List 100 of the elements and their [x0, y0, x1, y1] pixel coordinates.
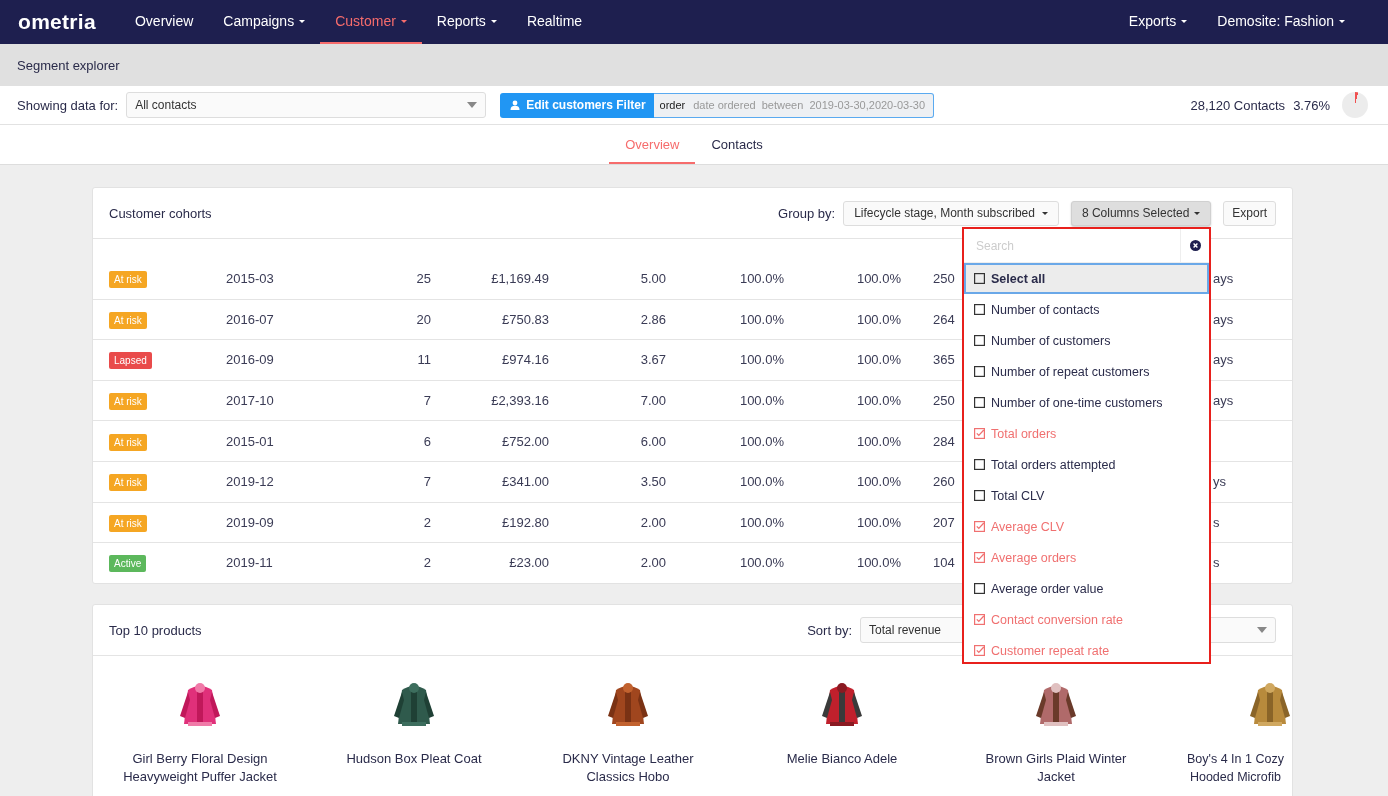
table-cell: 5.00 [640, 271, 666, 287]
stage-badge: At risk [109, 393, 147, 411]
table-cell: £23.00 [509, 555, 549, 571]
caret-icon [1041, 211, 1048, 215]
table-cell: 100.0% [856, 514, 901, 530]
table-cell: 100.0% [856, 352, 901, 368]
stage-badge: At risk [109, 311, 147, 329]
table-cell: 7.00 [640, 393, 666, 409]
table-cell: 2015-01 [226, 433, 274, 449]
table-cell: 100.0% [739, 555, 784, 571]
card-title: Top 10 products [109, 622, 202, 638]
table-cell: 2 [423, 555, 431, 571]
segment-select[interactable]: All contacts [126, 92, 487, 118]
table-cell: 100.0% [856, 474, 901, 490]
card-title: Customer cohorts [109, 205, 212, 221]
checkbox-icon[interactable] [974, 273, 985, 284]
table-cell: 25 [416, 271, 431, 287]
table-cell: ays [1213, 311, 1234, 327]
table-cell: 100.0% [739, 514, 784, 530]
table-cell: £750.83 [502, 311, 549, 327]
table-cell: 250 [933, 271, 955, 287]
caret-icon [1194, 212, 1201, 216]
product-name[interactable]: Brown Girls Plaid Winter Jacket [985, 750, 1127, 786]
checkbox-icon[interactable] [974, 304, 985, 315]
table-cell: £341.00 [502, 474, 549, 490]
table-cell: 7 [423, 474, 431, 490]
columns-button[interactable]: 8 Columns Selected [1070, 200, 1212, 226]
table-cell: ys [1213, 474, 1226, 490]
column-option[interactable]: Number of customers [964, 325, 1209, 356]
table-cell: 2019-11 [226, 555, 273, 571]
table-cell: 100.0% [856, 555, 901, 571]
table-cell: 250 [933, 393, 955, 409]
table-cell: 3.67 [640, 352, 666, 368]
dropdown-arrow-icon [1257, 627, 1267, 633]
checked-box-icon[interactable] [974, 428, 985, 439]
nav-item[interactable]: Exports [1113, 0, 1203, 44]
checked-box-icon[interactable] [974, 552, 985, 563]
table-cell: 2016-07 [226, 311, 274, 327]
page-title: Segment explorer [17, 57, 120, 73]
table-cell: 100.0% [856, 271, 901, 287]
checkbox-icon[interactable] [974, 583, 985, 594]
checked-box-icon[interactable] [974, 521, 985, 532]
table-cell: £1,169.49 [491, 271, 549, 287]
contacts-percent: 3.76% [1293, 97, 1330, 113]
table-cell: 100.0% [739, 352, 784, 368]
table-cell: 2015-03 [226, 271, 274, 287]
product-name[interactable]: Melie Bianco Adele [786, 750, 898, 768]
nav-item[interactable]: Campaigns [208, 0, 321, 44]
nav-item[interactable]: Reports [421, 0, 512, 44]
checkbox-icon[interactable] [974, 397, 985, 408]
product-name[interactable]: Hudson Box Pleat Coat [346, 750, 482, 768]
column-option[interactable]: Number of one-time customers [964, 387, 1209, 418]
person-icon [510, 100, 521, 110]
table-cell: £974.16 [502, 352, 549, 368]
table-cell: 100.0% [856, 393, 901, 409]
logo[interactable]: ometria [18, 10, 96, 34]
table-cell: 2016-09 [226, 352, 274, 368]
tag-condition: date ordered between 2019-03-30,2020-03-30 [693, 99, 926, 111]
table-cell: 100.0% [739, 393, 784, 409]
checked-box-icon[interactable] [974, 645, 985, 656]
checkbox-icon[interactable] [974, 459, 985, 470]
table-cell: 2017-10 [226, 393, 274, 409]
product-name[interactable]: DKNY Vintage Leather Classics Hobo [562, 750, 694, 786]
dropdown-arrow-icon [467, 102, 478, 108]
table-cell: 2 [423, 514, 431, 530]
checked-box-icon[interactable] [974, 614, 985, 625]
table-cell: 2.00 [640, 514, 666, 530]
tab[interactable]: Contacts [695, 127, 779, 164]
filter-tag[interactable]: order date ordered between 2019-03-30,2020-03-30 [653, 92, 935, 118]
stage-badge: Active [109, 555, 147, 573]
column-option[interactable]: Number of contacts [964, 294, 1209, 325]
table-cell: s [1213, 555, 1220, 571]
clear-icon[interactable] [1189, 240, 1201, 251]
nav-item[interactable]: Demosite: Fashion [1202, 0, 1360, 44]
product-name[interactable]: Boy's 4 In 1 Cozy Hooded Microfib [1163, 750, 1284, 786]
group-by-select[interactable]: Lifecycle stage, Month subscribed [843, 200, 1059, 226]
nav-item[interactable]: Realtime [511, 0, 598, 44]
contacts-count: 28,120 Contacts [1190, 97, 1286, 113]
table-cell: ays [1213, 352, 1234, 368]
product-name[interactable]: Girl Berry Floral Design Heavyweight Puffer Jacket [123, 750, 277, 786]
column-option[interactable]: Total CLV [964, 480, 1209, 511]
table-cell: 6 [423, 433, 431, 449]
table-cell: 20 [416, 311, 431, 327]
column-option[interactable]: Average order value [964, 573, 1209, 604]
table-cell: 100.0% [739, 311, 784, 327]
column-option[interactable]: Total orders attempted [964, 449, 1209, 480]
export-button[interactable]: Export [1223, 200, 1276, 226]
stage-badge: Lapsed [109, 352, 152, 370]
stage-badge: At risk [109, 271, 147, 289]
table-cell: 3.50 [640, 474, 666, 490]
table-cell: 365 [933, 352, 955, 368]
checkbox-icon[interactable] [974, 335, 985, 346]
filter-label: Showing data for: [17, 97, 119, 113]
group-by-label: Group by: [778, 205, 836, 221]
checkbox-icon[interactable] [974, 366, 985, 377]
checkbox-icon[interactable] [974, 490, 985, 501]
column-option[interactable]: Select all [964, 263, 1209, 294]
column-option[interactable]: Number of repeat customers [964, 356, 1209, 387]
nav-item[interactable]: Overview [119, 0, 209, 44]
table-cell: 2.00 [640, 555, 666, 571]
